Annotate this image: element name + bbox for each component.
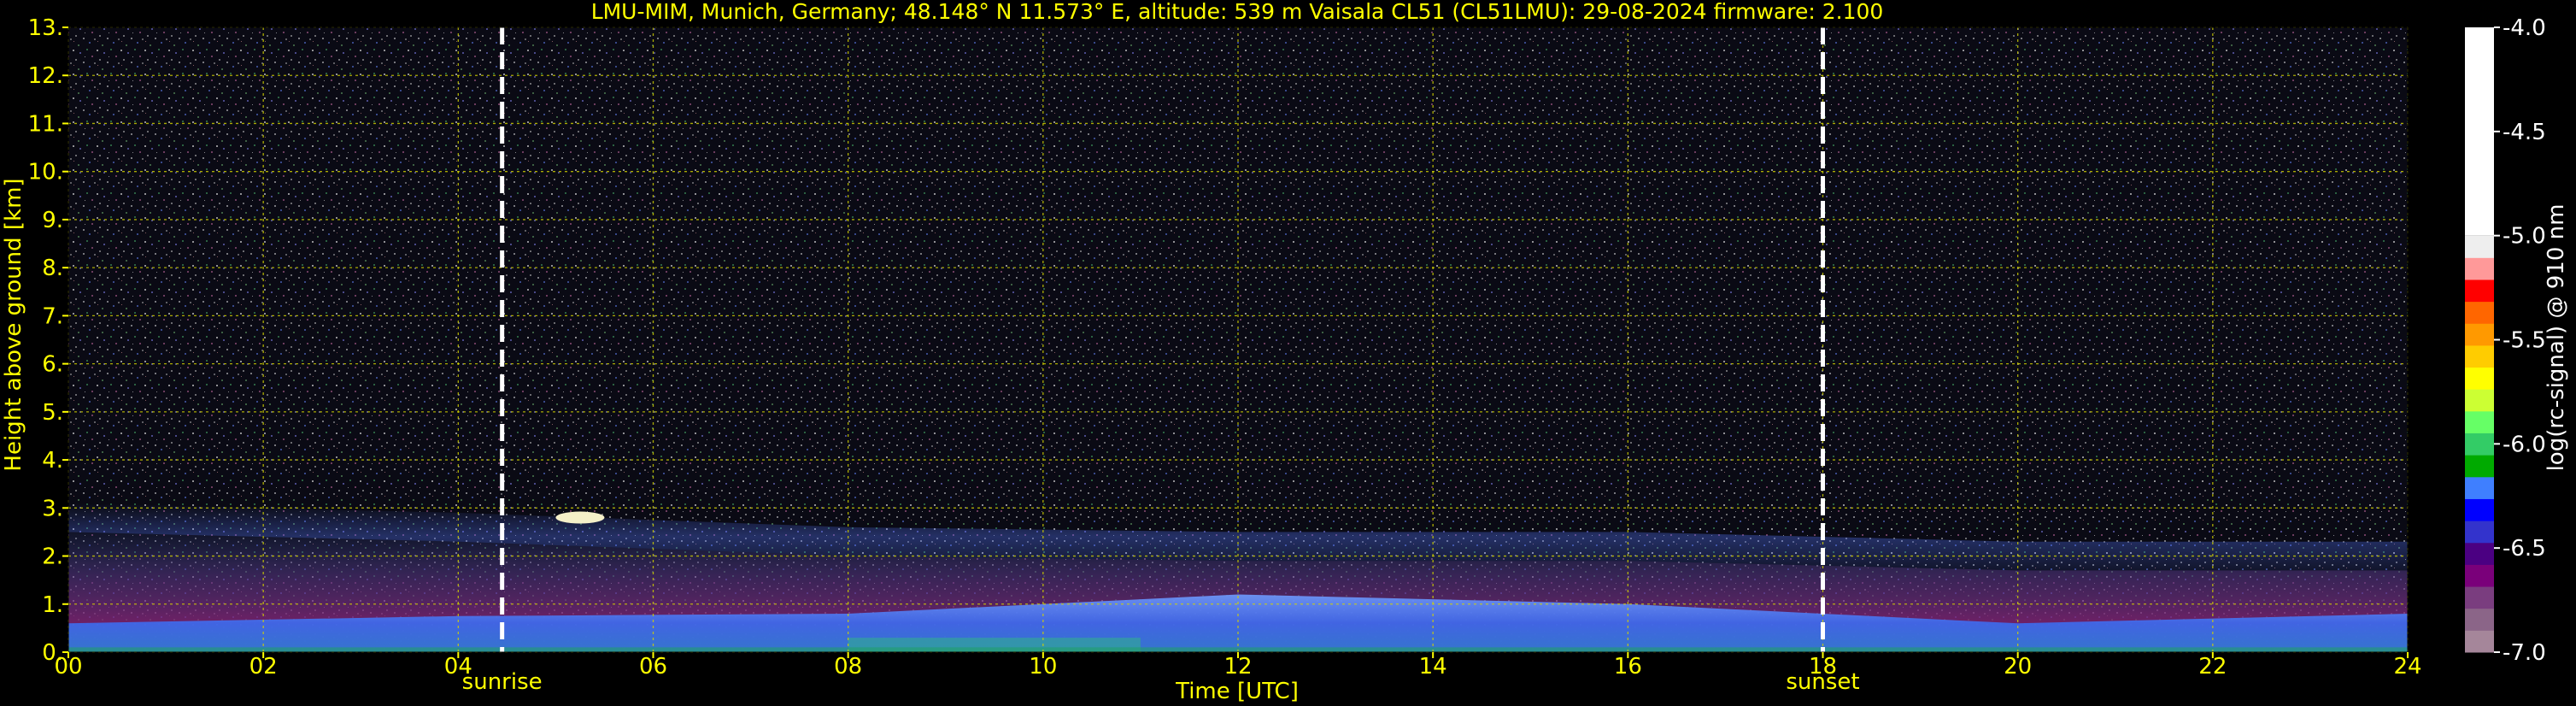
colorbar-tick-label: -5.0	[2503, 224, 2546, 250]
colorbar-segment	[2465, 344, 2494, 368]
x-tick-label: 12	[1223, 654, 1252, 680]
colorbar-tick-label: -4.0	[2503, 15, 2546, 41]
y-tick-label: 12.	[28, 63, 63, 89]
y-tick-label: 13.	[28, 15, 63, 41]
colorbar-segment	[2465, 586, 2494, 609]
colorbar-segment	[2465, 27, 2494, 236]
y-tick-label: 5.	[42, 400, 63, 426]
colorbar-segment	[2465, 521, 2494, 544]
colorbar-tick-label: -5.5	[2503, 328, 2546, 354]
colorbar-segment	[2465, 235, 2494, 258]
cloud	[555, 511, 605, 524]
colorbar-tick-label: -4.5	[2503, 120, 2546, 145]
y-tick-label: 10.	[28, 160, 63, 185]
y-tick-label: 7.	[42, 303, 63, 329]
colorbar-segment	[2465, 301, 2494, 324]
colorbar-segment	[2465, 455, 2494, 478]
colorbar-segment	[2465, 564, 2494, 587]
y-tick-label: 2.	[42, 544, 63, 570]
colorbar-segment	[2465, 257, 2494, 280]
colorbar-segment	[2465, 432, 2494, 456]
marker-label-sunrise: sunrise	[462, 669, 543, 695]
x-tick-label: 08	[834, 654, 862, 680]
colorbar-segment	[2465, 476, 2494, 499]
x-tick-label: 02	[249, 654, 278, 680]
ceilometer-chart: sunrise sunset 00 02 04 06 08 10 12 14 16 18 20 22 24…	[1, 0, 2569, 704]
y-tick-label: 11.	[28, 111, 63, 137]
y-tick-label: 6.	[42, 352, 63, 378]
x-tick-label: 20	[2004, 654, 2032, 680]
y-tick-label: 0.	[42, 640, 63, 666]
colorbar-segment	[2465, 498, 2494, 521]
colorbar-tick-label: -7.0	[2503, 640, 2546, 666]
y-tick-label: 3.	[42, 496, 63, 521]
colorbar-tick-label: -6.5	[2503, 536, 2546, 562]
colorbar: -4.0 -4.5 -5.0 -5.5 -6.0 -6.5 -7.0	[2465, 15, 2546, 666]
x-tick-label: 14	[1419, 654, 1447, 680]
y-axis-label: Height above ground [km]	[1, 178, 26, 471]
colorbar-segment	[2465, 389, 2494, 412]
x-tick-label: 22	[2198, 654, 2227, 680]
colorbar-segment	[2465, 279, 2494, 303]
colorbar-segment	[2465, 367, 2494, 390]
x-tick-label: 04	[444, 654, 472, 680]
colorbar-segment	[2465, 410, 2494, 434]
y-tick-label: 1.	[42, 592, 63, 618]
x-tick-label: 24	[2393, 654, 2421, 680]
colorbar-segment	[2465, 608, 2494, 631]
x-tick-label: 10	[1029, 654, 1057, 680]
chart-title: LMU-MIM, Munich, Germany; 48.148° N 11.5…	[591, 0, 1884, 24]
y-tick-label: 8.	[42, 256, 63, 281]
x-axis-label: Time [UTC]	[1175, 679, 1299, 704]
colorbar-segment	[2465, 323, 2494, 346]
x-tick-label: 18	[1809, 654, 1837, 680]
x-tick-label: 16	[1614, 654, 1642, 680]
colorbar-segment	[2465, 630, 2494, 653]
y-tick-label: 4.	[42, 448, 63, 474]
x-tick-label: 06	[639, 654, 667, 680]
colorbar-tick-label: -6.0	[2503, 432, 2546, 457]
y-tick-label: 9.	[42, 208, 63, 233]
colorbar-label: log(rc-signal) @ 910 nm	[2544, 204, 2569, 472]
colorbar-segment	[2465, 542, 2494, 565]
